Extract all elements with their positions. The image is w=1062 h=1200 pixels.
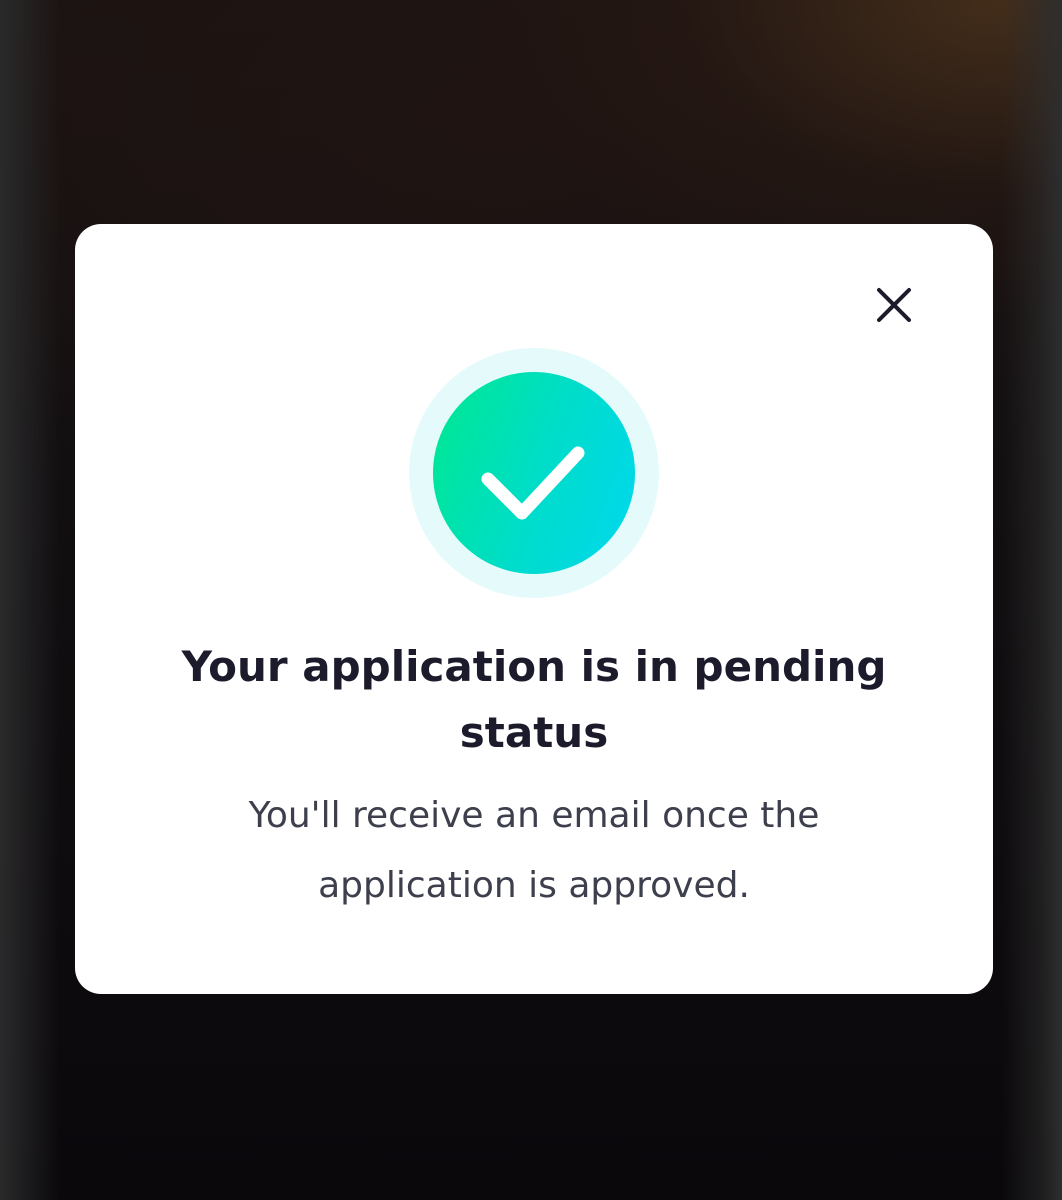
screen-edge-right — [1002, 0, 1062, 1200]
dialog-title: Your application is in pending status — [181, 642, 887, 757]
screen-edge-left — [0, 0, 60, 1200]
checkmark-icon — [481, 446, 585, 520]
success-circle — [433, 372, 635, 574]
status-dialog: Your application is in pending status Yo… — [75, 224, 993, 994]
close-icon — [877, 288, 911, 322]
close-button[interactable] — [875, 286, 913, 324]
dialog-message: You'll receive an email once the applica… — [248, 795, 820, 906]
success-badge — [409, 348, 659, 598]
